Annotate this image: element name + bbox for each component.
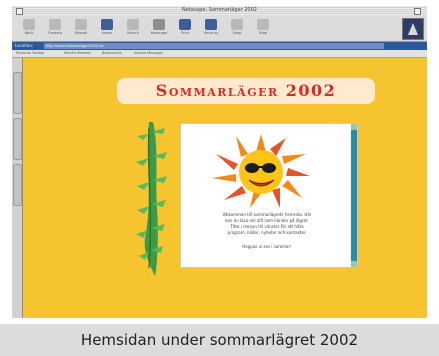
search-icon — [127, 19, 139, 30]
personal-toolbar-link[interactable]: Personal Toolbar — [16, 50, 45, 57]
reload-button-label: Reload — [75, 31, 87, 35]
browser-window-screenshot: Netscape: Sommarläger 2002 Back Forward … — [12, 6, 427, 318]
scroll-down-icon[interactable] — [351, 261, 357, 267]
back-button[interactable]: Back — [18, 17, 40, 39]
nav-menu-strip — [131, 118, 171, 278]
body-text-line: Titta i menyn till vänster för att hitta — [230, 224, 304, 229]
window-title-bar: Netscape: Sommarläger 2002 — [12, 6, 427, 15]
location-label: Location: — [15, 43, 34, 48]
body-text-line: program, bilder, nyheter och kontakter. — [227, 230, 307, 235]
body-text-line: Hoppas vi ses i sommar! — [242, 244, 292, 249]
sidebar-tab-strip — [12, 58, 23, 318]
personal-toolbar: Personal Toolbar What's Related Bookmark… — [12, 50, 427, 58]
home-button-label: Home — [101, 31, 113, 35]
sidebar-tab[interactable] — [13, 164, 22, 206]
shop-button-label: Shop — [232, 31, 242, 35]
reload-button[interactable]: Reload — [70, 17, 92, 39]
stop-icon — [257, 19, 269, 30]
content-scrollbar[interactable] — [351, 124, 357, 267]
window-title: Netscape: Sommarläger 2002 — [182, 7, 257, 13]
forward-icon — [49, 19, 61, 30]
print-button-label: Print — [180, 31, 190, 35]
stop-button-label: Stop — [259, 31, 267, 35]
navigation-toolbar: Back Forward Reload Home Search Netscape… — [12, 15, 427, 42]
netscape-button-label: Netscape — [150, 31, 168, 35]
reload-icon — [75, 19, 87, 30]
forward-button[interactable]: Forward — [44, 17, 66, 39]
back-icon — [23, 19, 35, 30]
security-button[interactable]: Security — [200, 17, 222, 39]
security-icon — [205, 19, 217, 30]
print-button[interactable]: Print — [174, 17, 196, 39]
back-button-label: Back — [24, 31, 34, 35]
shop-button[interactable]: Shop — [226, 17, 248, 39]
print-icon — [179, 19, 191, 30]
page-title: Sommarläger 2002 — [117, 78, 375, 104]
image-caption: Hemsidan under sommarlägret 2002 — [0, 324, 439, 356]
home-button[interactable]: Home — [96, 17, 118, 39]
netscape-logo-icon[interactable] — [402, 18, 424, 40]
bookmarks-link[interactable]: Bookmarks — [102, 50, 122, 57]
home-icon — [101, 19, 113, 30]
whats-related-link[interactable]: What's Related — [64, 50, 90, 57]
search-button-label: Search — [126, 31, 140, 35]
sun-face — [239, 150, 283, 194]
web-page-content: Sommarläger 2002 Välkommen till sommarlä… — [23, 58, 427, 318]
shop-icon — [231, 19, 243, 30]
netscape-button[interactable]: Netscape — [148, 17, 170, 39]
forward-button-label: Forward — [47, 31, 63, 35]
security-button-label: Security — [203, 31, 219, 35]
search-button[interactable]: Search — [122, 17, 144, 39]
location-bar: Location: — [12, 42, 427, 50]
sidebar-tab[interactable] — [13, 118, 22, 160]
stop-button[interactable]: Stop — [252, 17, 274, 39]
nav-menu-graphic — [144, 122, 158, 276]
instant-message-link[interactable]: Instant Message — [134, 50, 163, 57]
url-input[interactable] — [44, 43, 384, 49]
main-content-panel: Välkommen till sommarlägrets hemsida. Hä… — [180, 123, 358, 268]
sun-illustration — [206, 130, 316, 210]
sidebar-tab[interactable] — [13, 72, 22, 114]
netscape-icon — [153, 19, 165, 30]
scroll-up-icon[interactable] — [351, 124, 357, 130]
body-text-line: kan du läsa om allt som händer på lägret… — [225, 218, 309, 223]
window-zoom-box[interactable] — [414, 8, 421, 15]
body-text-line: Välkommen till sommarlägrets hemsida. Hä… — [222, 212, 312, 217]
